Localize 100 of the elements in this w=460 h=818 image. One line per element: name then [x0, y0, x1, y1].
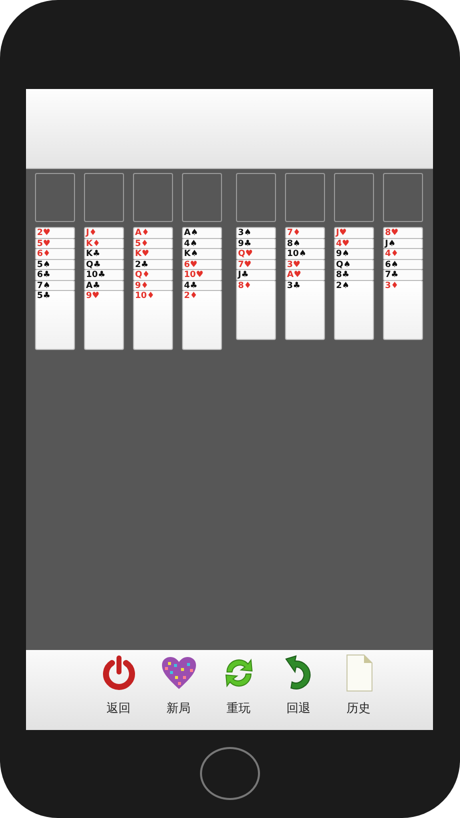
- card-index: 9♥: [86, 291, 101, 301]
- playing-card[interactable]: 7♥: [236, 258, 276, 269]
- card-slot[interactable]: [285, 173, 325, 222]
- playing-card[interactable]: 3♥: [285, 258, 325, 269]
- card-index: 7♣: [385, 270, 400, 280]
- card-index: 9♦: [135, 280, 150, 290]
- card-index: 3♣: [287, 280, 302, 290]
- playing-card[interactable]: 8♦: [236, 280, 276, 340]
- playing-card[interactable]: 5♦: [133, 238, 173, 248]
- playing-card[interactable]: 10♠: [285, 248, 325, 258]
- toolbar-button[interactable]: 历史: [328, 650, 388, 728]
- playing-card[interactable]: 9♠: [334, 248, 374, 258]
- playing-card[interactable]: 5♠: [35, 258, 75, 269]
- playing-card[interactable]: 2♠: [334, 280, 374, 340]
- playing-card[interactable]: 7♦: [285, 227, 325, 238]
- card-index: K♣: [86, 249, 102, 258]
- playing-card[interactable]: Q♣: [84, 258, 124, 269]
- card-slot[interactable]: [334, 173, 374, 222]
- card-index: 5♦: [135, 238, 150, 248]
- card-index: 10♥: [184, 270, 204, 280]
- card-index: 3♠: [238, 228, 253, 238]
- playing-card[interactable]: K♥: [133, 248, 173, 258]
- card-slot[interactable]: [133, 173, 173, 222]
- playing-card[interactable]: 6♥: [182, 258, 222, 269]
- playing-card[interactable]: 3♦: [383, 280, 423, 340]
- playing-card[interactable]: 2♣: [133, 258, 173, 269]
- heart-icon: [160, 656, 196, 690]
- playing-card[interactable]: 4♦: [383, 248, 423, 258]
- playing-card[interactable]: 4♣: [182, 280, 222, 290]
- card-slot[interactable]: [35, 173, 75, 222]
- card-index: 2♠: [336, 280, 351, 290]
- playing-card[interactable]: 9♥: [84, 290, 124, 350]
- playing-card[interactable]: Q♠: [334, 258, 374, 269]
- playing-card[interactable]: 7♠: [35, 280, 75, 290]
- playing-card[interactable]: J♦: [84, 227, 124, 238]
- playing-card[interactable]: 3♠: [236, 227, 276, 238]
- card-index: 10♣: [86, 270, 106, 280]
- playing-card[interactable]: 10♦: [133, 290, 173, 350]
- playing-card[interactable]: 3♣: [285, 280, 325, 340]
- card-slot[interactable]: [182, 173, 222, 222]
- playing-card[interactable]: 9♦: [133, 280, 173, 290]
- playing-card[interactable]: Q♦: [133, 269, 173, 280]
- card-index: 8♣: [336, 270, 351, 280]
- playing-card[interactable]: K♠: [182, 248, 222, 258]
- card-slot[interactable]: [383, 173, 423, 222]
- playing-card[interactable]: A♥: [285, 269, 325, 280]
- playing-card[interactable]: A♣: [84, 280, 124, 290]
- playing-card[interactable]: 7♣: [383, 269, 423, 280]
- toolbar-button[interactable]: 返回: [88, 650, 148, 728]
- card-index: 8♠: [287, 238, 302, 248]
- playing-card[interactable]: 5♣: [35, 290, 75, 350]
- card-index: 6♣: [37, 270, 52, 280]
- card-index: 2♣: [135, 260, 150, 269]
- playing-card[interactable]: 5♥: [35, 238, 75, 248]
- card-index: 4♥: [336, 238, 351, 248]
- card-index: 5♣: [37, 291, 52, 301]
- playing-card[interactable]: 10♥: [182, 269, 222, 280]
- card-index: K♦: [86, 238, 102, 248]
- playing-card[interactable]: K♦: [84, 238, 124, 248]
- card-slot[interactable]: [84, 173, 124, 222]
- card-index: 9♠: [336, 249, 351, 258]
- playing-card[interactable]: J♥: [334, 227, 374, 238]
- playing-card[interactable]: 8♥: [383, 227, 423, 238]
- card-index: Q♠: [336, 260, 352, 269]
- toolbar-button[interactable]: 重玩: [208, 650, 268, 728]
- card-index: A♦: [135, 228, 150, 238]
- toolbar-button[interactable]: 回退: [268, 650, 328, 728]
- playing-card[interactable]: 9♣: [236, 238, 276, 248]
- playing-card[interactable]: J♠: [383, 238, 423, 248]
- playing-card[interactable]: 2♦: [182, 290, 222, 350]
- card-index: 4♣: [184, 280, 199, 290]
- playing-card[interactable]: 10♣: [84, 269, 124, 280]
- card-index: 7♦: [287, 228, 302, 238]
- playing-card[interactable]: 6♦: [35, 248, 75, 258]
- playing-card[interactable]: 6♠: [383, 258, 423, 269]
- card-index: 6♥: [184, 260, 199, 269]
- card-index: 8♥: [385, 228, 400, 238]
- playing-card[interactable]: 8♣: [334, 269, 374, 280]
- playing-card[interactable]: 4♠: [182, 238, 222, 248]
- playing-card[interactable]: 8♠: [285, 238, 325, 248]
- card-index: Q♣: [86, 260, 102, 269]
- card-index: Q♥: [238, 249, 254, 258]
- card-index: J♠: [385, 238, 397, 248]
- toolbar-button[interactable]: 新局: [148, 650, 208, 728]
- playing-card[interactable]: 2♥: [35, 227, 75, 238]
- playing-card[interactable]: Q♥: [236, 248, 276, 258]
- card-index: 5♥: [37, 238, 52, 248]
- card-index: 10♦: [135, 291, 156, 301]
- playing-card[interactable]: A♦: [133, 227, 173, 238]
- playing-card[interactable]: A♠: [182, 227, 222, 238]
- playing-card[interactable]: J♣: [236, 269, 276, 280]
- card-index: 4♠: [184, 238, 199, 248]
- card-slot[interactable]: [236, 173, 276, 222]
- card-index: J♣: [238, 270, 250, 280]
- playing-card[interactable]: 4♥: [334, 238, 374, 248]
- card-index: 8♦: [238, 280, 253, 290]
- power-icon: [102, 655, 136, 691]
- playing-card[interactable]: K♣: [84, 248, 124, 258]
- home-button[interactable]: [200, 747, 260, 800]
- playing-card[interactable]: 6♣: [35, 269, 75, 280]
